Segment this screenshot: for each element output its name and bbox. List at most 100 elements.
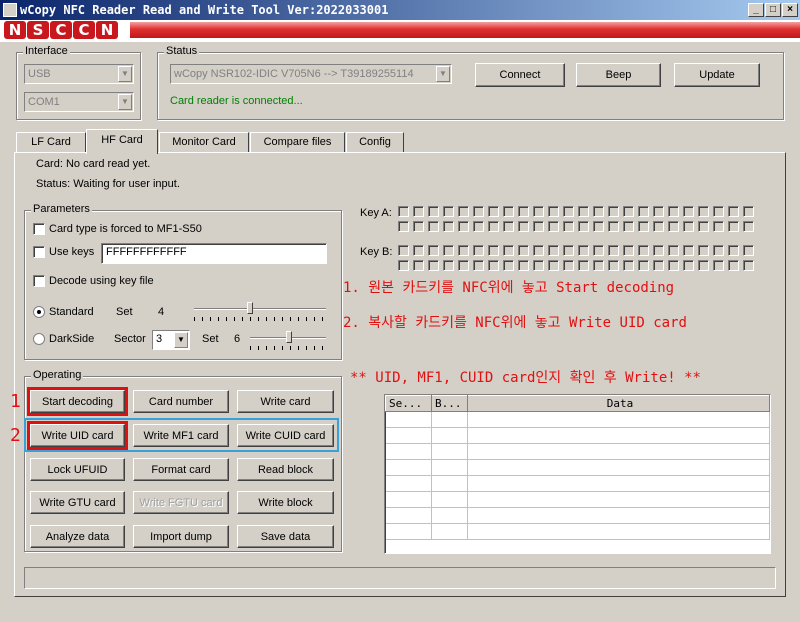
key-a-row-2 xyxy=(398,221,754,232)
brand-banner: N S C C N xyxy=(0,20,800,42)
column-block[interactable]: B... xyxy=(431,395,468,412)
status-bar xyxy=(24,567,776,589)
device-select[interactable]: wCopy NSR102-IDIC V705N6 --> T3918925511… xyxy=(170,64,452,84)
table-row[interactable] xyxy=(385,475,770,492)
use-keys-checkbox[interactable] xyxy=(33,246,45,258)
logo-letter: N xyxy=(4,21,26,39)
lock-ufuid-button[interactable]: Lock UFUID xyxy=(30,458,125,481)
interface-port-value: COM1 xyxy=(28,96,60,108)
standard-radio[interactable] xyxy=(33,306,45,318)
write-block-button[interactable]: Write block xyxy=(237,491,334,514)
beep-button[interactable]: Beep xyxy=(576,63,661,87)
darkside-radio[interactable] xyxy=(33,333,45,345)
write-card-button[interactable]: Write card xyxy=(237,390,334,413)
button-label: Write MF1 card xyxy=(143,429,219,442)
maximize-button[interactable]: □ xyxy=(765,3,781,17)
tab-config[interactable]: Config xyxy=(346,132,404,153)
button-label: Lock UFUID xyxy=(47,463,108,476)
table-row[interactable] xyxy=(385,491,770,508)
chevron-down-icon: ▼ xyxy=(118,66,132,82)
button-label: Read block xyxy=(257,463,314,476)
write-fgtu-card-button[interactable]: Write FGTU card xyxy=(133,491,229,514)
standard-slider[interactable] xyxy=(194,308,326,310)
instruction-step-2: 2. 복사할 카드키를 NFC위에 놓고 Write UID card xyxy=(343,315,687,331)
table-row[interactable] xyxy=(385,459,770,476)
instruction-step-1: 1. 원본 카드키를 NFC위에 놓고 Start decoding xyxy=(343,280,675,296)
title-bar: wCopy NFC Reader Read and Write Tool Ver… xyxy=(0,0,800,20)
button-label: Analyze data xyxy=(45,530,110,543)
minimize-button[interactable]: _ xyxy=(748,3,764,17)
table-row[interactable] xyxy=(385,443,770,460)
chevron-down-icon: ▼ xyxy=(436,66,450,82)
darkside-label: DarkSide xyxy=(49,333,95,345)
column-data[interactable]: Data xyxy=(467,395,770,412)
use-keys-label: Use keys xyxy=(49,246,95,258)
update-button[interactable]: Update xyxy=(674,63,760,87)
connect-button[interactable]: Connect xyxy=(475,63,565,87)
button-label: Write block xyxy=(258,496,313,509)
forced-type-checkbox[interactable] xyxy=(33,223,45,235)
status-info: Status: Waiting for user input. xyxy=(36,178,180,190)
update-label: Update xyxy=(699,69,735,81)
standard-slider-thumb[interactable] xyxy=(247,302,253,314)
tab-label: Monitor Card xyxy=(172,136,236,148)
write-gtu-card-button[interactable]: Write GTU card xyxy=(30,491,125,514)
button-label: Write FGTU card xyxy=(139,496,223,509)
read-block-button[interactable]: Read block xyxy=(237,458,334,481)
table-row[interactable] xyxy=(385,411,770,428)
forced-type-label: Card type is forced to MF1-S50 xyxy=(49,223,202,235)
tab-label: HF Card xyxy=(101,134,143,146)
darkside-set-label: Set xyxy=(202,333,219,345)
darkside-slider-ticks xyxy=(250,346,326,350)
tab-label: Compare files xyxy=(263,136,332,148)
write-uid-card-button[interactable]: Write UID card xyxy=(27,421,128,450)
sector-label: Sector xyxy=(114,333,146,345)
standard-set-label: Set xyxy=(116,306,133,318)
tab-monitor-card[interactable]: Monitor Card xyxy=(159,132,249,153)
write-cuid-card-button[interactable]: Write CUID card xyxy=(237,424,334,447)
column-sector[interactable]: Se... xyxy=(385,395,432,412)
tab-label: Config xyxy=(359,136,391,148)
button-label: Start decoding xyxy=(42,395,113,408)
button-label: Write card xyxy=(260,395,311,408)
key-b-row-2 xyxy=(398,260,754,271)
tab-lf-card[interactable]: LF Card xyxy=(16,132,86,153)
sector-select[interactable]: 3 ▼ xyxy=(152,330,190,350)
brand-logo: N S C C N xyxy=(4,21,118,41)
button-label: Import dump xyxy=(150,530,212,543)
tab-hf-card[interactable]: HF Card xyxy=(86,129,158,154)
key-a-label: Key A: xyxy=(360,207,392,219)
interface-port-select[interactable]: COM1 ▼ xyxy=(24,92,134,112)
darkside-slider-thumb[interactable] xyxy=(286,331,292,343)
status-group: Status wCopy NSR102-IDIC V705N6 --> T391… xyxy=(157,45,784,120)
operating-label: Operating xyxy=(31,369,84,381)
decode-key-file-checkbox[interactable] xyxy=(33,275,45,287)
analyze-data-button[interactable]: Analyze data xyxy=(30,525,125,548)
button-label: Write UID card xyxy=(41,429,114,442)
close-button[interactable]: × xyxy=(782,3,798,17)
table-row[interactable] xyxy=(385,507,770,524)
logo-letter: S xyxy=(27,21,49,39)
save-data-button[interactable]: Save data xyxy=(237,525,334,548)
interface-type-value: USB xyxy=(28,68,51,80)
card-info: Card: No card read yet. xyxy=(36,158,151,170)
import-dump-button[interactable]: Import dump xyxy=(133,525,229,548)
write-mf1-card-button[interactable]: Write MF1 card xyxy=(133,424,229,447)
interface-type-select[interactable]: USB ▼ xyxy=(24,64,134,84)
start-decoding-button[interactable]: Start decoding xyxy=(27,387,128,416)
tab-compare-files[interactable]: Compare files xyxy=(250,132,345,153)
instruction-warning: ** UID, MF1, CUID card인지 확인 후 Write! ** xyxy=(350,370,701,386)
chevron-down-icon: ▼ xyxy=(118,94,132,110)
chevron-down-icon: ▼ xyxy=(174,332,188,348)
data-grid[interactable]: Se... B... Data xyxy=(384,394,771,554)
key-b-label: Key B: xyxy=(360,246,393,258)
standard-label: Standard xyxy=(49,306,94,318)
table-row[interactable] xyxy=(385,427,770,444)
card-number-button[interactable]: Card number xyxy=(133,390,229,413)
logo-letter: N xyxy=(96,21,118,39)
keys-input[interactable]: FFFFFFFFFFFF xyxy=(101,243,327,264)
format-card-button[interactable]: Format card xyxy=(133,458,229,481)
table-row[interactable] xyxy=(385,523,770,540)
window-title: wCopy NFC Reader Read and Write Tool Ver… xyxy=(20,3,389,17)
device-value: wCopy NSR102-IDIC V705N6 --> T3918925511… xyxy=(174,68,414,80)
